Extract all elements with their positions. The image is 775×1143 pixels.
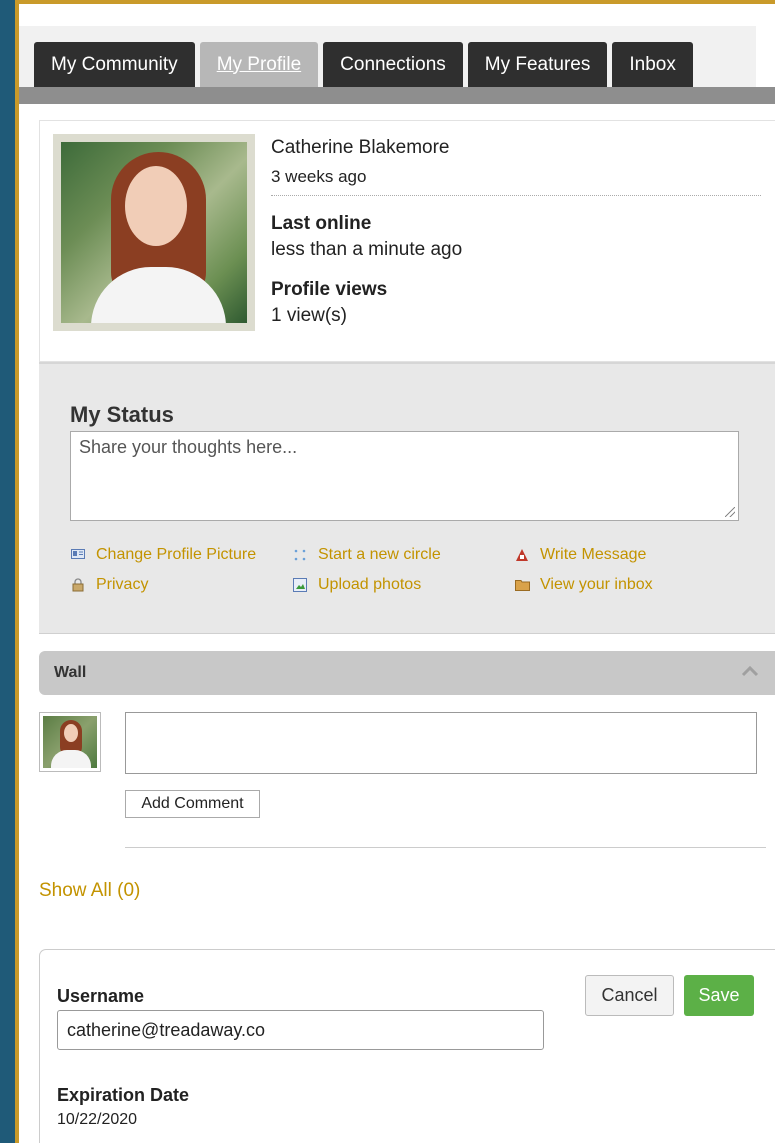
profile-views-label: Profile views — [271, 279, 388, 300]
circle-dots-icon — [292, 548, 308, 562]
id-card-icon — [70, 548, 86, 562]
profile-avatar[interactable] — [53, 134, 255, 331]
main-tabs: My Community My Profile Connections My F… — [34, 42, 693, 87]
profile-card: Catherine Blakemore 3 weeks ago Last onl… — [39, 120, 775, 362]
username-field[interactable] — [57, 1010, 544, 1050]
write-message-label: Write Message — [540, 546, 647, 563]
change-profile-picture-label: Change Profile Picture — [96, 546, 257, 563]
start-new-circle-label: Start a new circle — [318, 546, 441, 563]
tab-connections[interactable]: Connections — [323, 42, 463, 87]
wall-title: Wall — [54, 664, 87, 681]
last-online-value: less than a minute ago — [271, 239, 463, 260]
account-card: Username Cancel Save Expiration Date 10/… — [39, 949, 775, 1143]
profile-photo — [61, 142, 247, 323]
privacy-label: Privacy — [96, 576, 149, 593]
username-label: Username — [57, 986, 145, 1006]
tab-bar-underline — [19, 87, 775, 104]
last-online-label: Last online — [271, 213, 372, 234]
upload-photos-label: Upload photos — [318, 576, 422, 593]
wall-comment-input[interactable] — [125, 712, 757, 774]
lock-icon — [70, 578, 86, 592]
status-title: My Status — [70, 402, 174, 427]
write-message-link[interactable]: Write Message — [514, 546, 646, 564]
tab-my-community[interactable]: My Community — [34, 42, 195, 87]
tab-inbox[interactable]: Inbox — [612, 42, 693, 87]
write-message-icon — [514, 548, 530, 562]
view-inbox-link[interactable]: View your inbox — [514, 576, 653, 594]
start-new-circle-link[interactable]: Start a new circle — [292, 546, 441, 564]
inbox-folder-icon — [514, 578, 530, 592]
view-inbox-label: View your inbox — [540, 576, 653, 593]
profile-views-value: 1 view(s) — [271, 305, 348, 326]
upload-photos-link[interactable]: Upload photos — [292, 576, 421, 594]
save-button[interactable]: Save — [684, 975, 754, 1016]
privacy-link[interactable]: Privacy — [70, 576, 148, 594]
photo-icon — [292, 578, 308, 592]
add-comment-button[interactable]: Add Comment — [125, 790, 260, 818]
profile-joined: 3 weeks ago — [271, 167, 367, 186]
expiration-date-label: Expiration Date — [57, 1085, 190, 1105]
resize-grip-icon[interactable] — [725, 507, 735, 517]
wall-header[interactable]: Wall — [39, 651, 775, 695]
status-input[interactable] — [70, 431, 739, 521]
wall-avatar — [39, 712, 101, 772]
profile-name: Catherine Blakemore — [271, 137, 450, 158]
status-panel: My Status Change Profile Picture Start a… — [39, 362, 775, 634]
wall-divider — [125, 847, 766, 848]
expiration-date-value: 10/22/2020 — [57, 1111, 138, 1128]
cancel-button[interactable]: Cancel — [585, 975, 674, 1016]
status-input-wrapper — [70, 431, 739, 521]
profile-divider — [271, 195, 761, 196]
tab-my-features[interactable]: My Features — [467, 42, 608, 87]
change-profile-picture-link[interactable]: Change Profile Picture — [70, 546, 256, 564]
tab-my-profile[interactable]: My Profile — [199, 42, 319, 87]
show-all-link[interactable]: Show All (0) — [39, 880, 140, 902]
chevron-up-icon[interactable] — [741, 661, 759, 682]
